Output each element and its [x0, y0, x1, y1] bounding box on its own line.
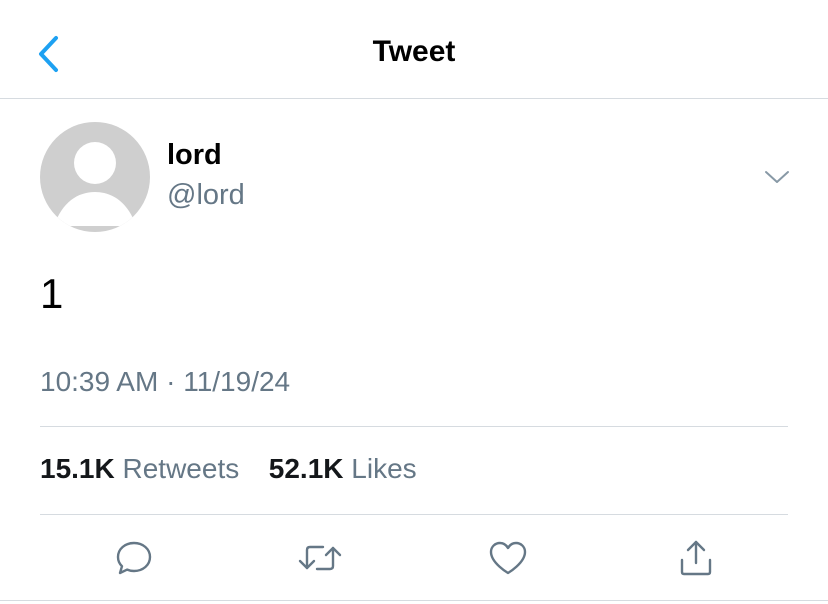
more-options-button[interactable]	[757, 160, 797, 194]
retweets-stat[interactable]: 15.1K Retweets	[40, 453, 247, 484]
like-button[interactable]	[484, 532, 532, 584]
page-title: Tweet	[372, 35, 456, 68]
divider	[0, 600, 828, 601]
tweet-timestamp: 10:39 AM · 11/19/24	[40, 366, 290, 398]
comment-icon	[116, 541, 152, 575]
share-icon	[680, 540, 712, 576]
author-name[interactable]: lord	[167, 139, 222, 172]
like-count: 52.1K	[268, 453, 344, 484]
author-handle[interactable]: @lord	[167, 179, 245, 212]
retweet-label: Retweets	[122, 453, 240, 484]
retweet-icon	[298, 545, 342, 571]
tweet-stats: 15.1K Retweets 52.1K Likes	[40, 453, 417, 485]
share-button[interactable]	[672, 532, 720, 584]
timestamp-separator: ·	[166, 366, 176, 397]
like-label: Likes	[351, 453, 417, 484]
retweet-count: 15.1K	[40, 453, 115, 484]
avatar[interactable]	[40, 122, 150, 232]
tweet-time: 10:39 AM	[40, 366, 159, 397]
tweet-text: 1	[40, 270, 64, 317]
tweet-date: 11/19/24	[183, 366, 291, 397]
likes-stat[interactable]: 52.1K Likes	[261, 453, 417, 484]
default-avatar-icon	[54, 142, 136, 226]
top-bar: Tweet	[0, 0, 828, 99]
retweet-button[interactable]	[296, 532, 344, 584]
chevron-down-icon	[765, 171, 789, 183]
divider	[40, 426, 788, 427]
heart-icon	[489, 541, 527, 575]
reply-button[interactable]	[110, 532, 158, 584]
divider	[40, 514, 788, 515]
